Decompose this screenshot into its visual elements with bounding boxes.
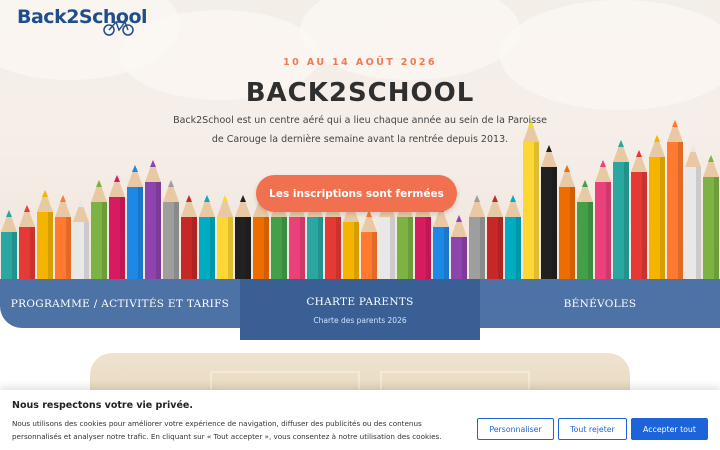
nav-item-programme[interactable]: PROGRAMME / ACTIVITÉS ET TARIFS bbox=[0, 279, 240, 328]
registration-closed-button[interactable]: Les inscriptions sont fermées bbox=[256, 175, 457, 212]
pencil bbox=[577, 180, 593, 280]
pencil bbox=[19, 205, 35, 280]
pencil bbox=[199, 195, 215, 280]
site-logo[interactable]: Back2School bbox=[17, 6, 148, 36]
nav-item-label: BÉNÉVOLES bbox=[563, 297, 637, 310]
hero-description: Back2School est un centre aéré qui a lie… bbox=[173, 115, 547, 145]
pencil bbox=[685, 145, 701, 280]
pencil bbox=[145, 160, 161, 280]
cookie-title: Nous respectons votre vie privée. bbox=[12, 400, 193, 411]
pencil bbox=[217, 195, 233, 280]
pencil bbox=[451, 215, 467, 280]
pencil bbox=[109, 175, 125, 280]
pencil bbox=[703, 155, 719, 280]
pencil bbox=[505, 195, 521, 280]
pencil bbox=[667, 120, 683, 280]
pencil bbox=[91, 180, 107, 280]
pencil bbox=[181, 195, 197, 280]
nav-item-label: PROGRAMME / ACTIVITÉS ET TARIFS bbox=[10, 297, 230, 310]
nav-item-label: CHARTE PARENTS bbox=[306, 296, 414, 308]
pencil bbox=[487, 195, 503, 280]
reject-all-button[interactable]: Tout rejeter bbox=[558, 418, 627, 440]
pencil bbox=[631, 150, 647, 280]
pencil bbox=[613, 140, 629, 280]
bicycle-icon bbox=[103, 21, 134, 36]
pencil bbox=[1, 210, 17, 280]
pencil bbox=[235, 195, 251, 280]
pencil bbox=[73, 200, 89, 280]
pencil bbox=[433, 205, 449, 280]
pencil bbox=[55, 195, 71, 280]
cookie-text: Nous utilisons des cookies pour améliore… bbox=[12, 419, 442, 441]
event-dates: 10 AU 14 AOÛT 2026 bbox=[283, 57, 437, 68]
pencil bbox=[361, 210, 377, 280]
cookie-banner: Nous respectons votre vie privée. Nous u… bbox=[0, 390, 720, 450]
charte-parents-link[interactable]: Charte des parents 2026 bbox=[313, 316, 406, 325]
customize-button[interactable]: Personnaliser bbox=[477, 418, 554, 440]
pencil bbox=[541, 145, 557, 280]
accept-all-button[interactable]: Accepter tout bbox=[631, 418, 708, 440]
page-title: BACK2SCHOOL bbox=[245, 78, 475, 108]
pencil bbox=[559, 165, 575, 280]
pencil bbox=[127, 165, 143, 280]
pencil bbox=[343, 200, 359, 280]
nav-item-charte-parents[interactable]: CHARTE PARENTS Charte des parents 2026 bbox=[240, 279, 480, 340]
pencil bbox=[595, 160, 611, 280]
pencil bbox=[649, 135, 665, 280]
pencil bbox=[163, 180, 179, 280]
hero-section: Back2School 10 AU 14 AOÛT 2026 BACK2SCHO… bbox=[0, 0, 720, 280]
pencil bbox=[469, 195, 485, 280]
pencil bbox=[37, 190, 53, 280]
nav-item-benevoles[interactable]: BÉNÉVOLES bbox=[480, 279, 720, 328]
